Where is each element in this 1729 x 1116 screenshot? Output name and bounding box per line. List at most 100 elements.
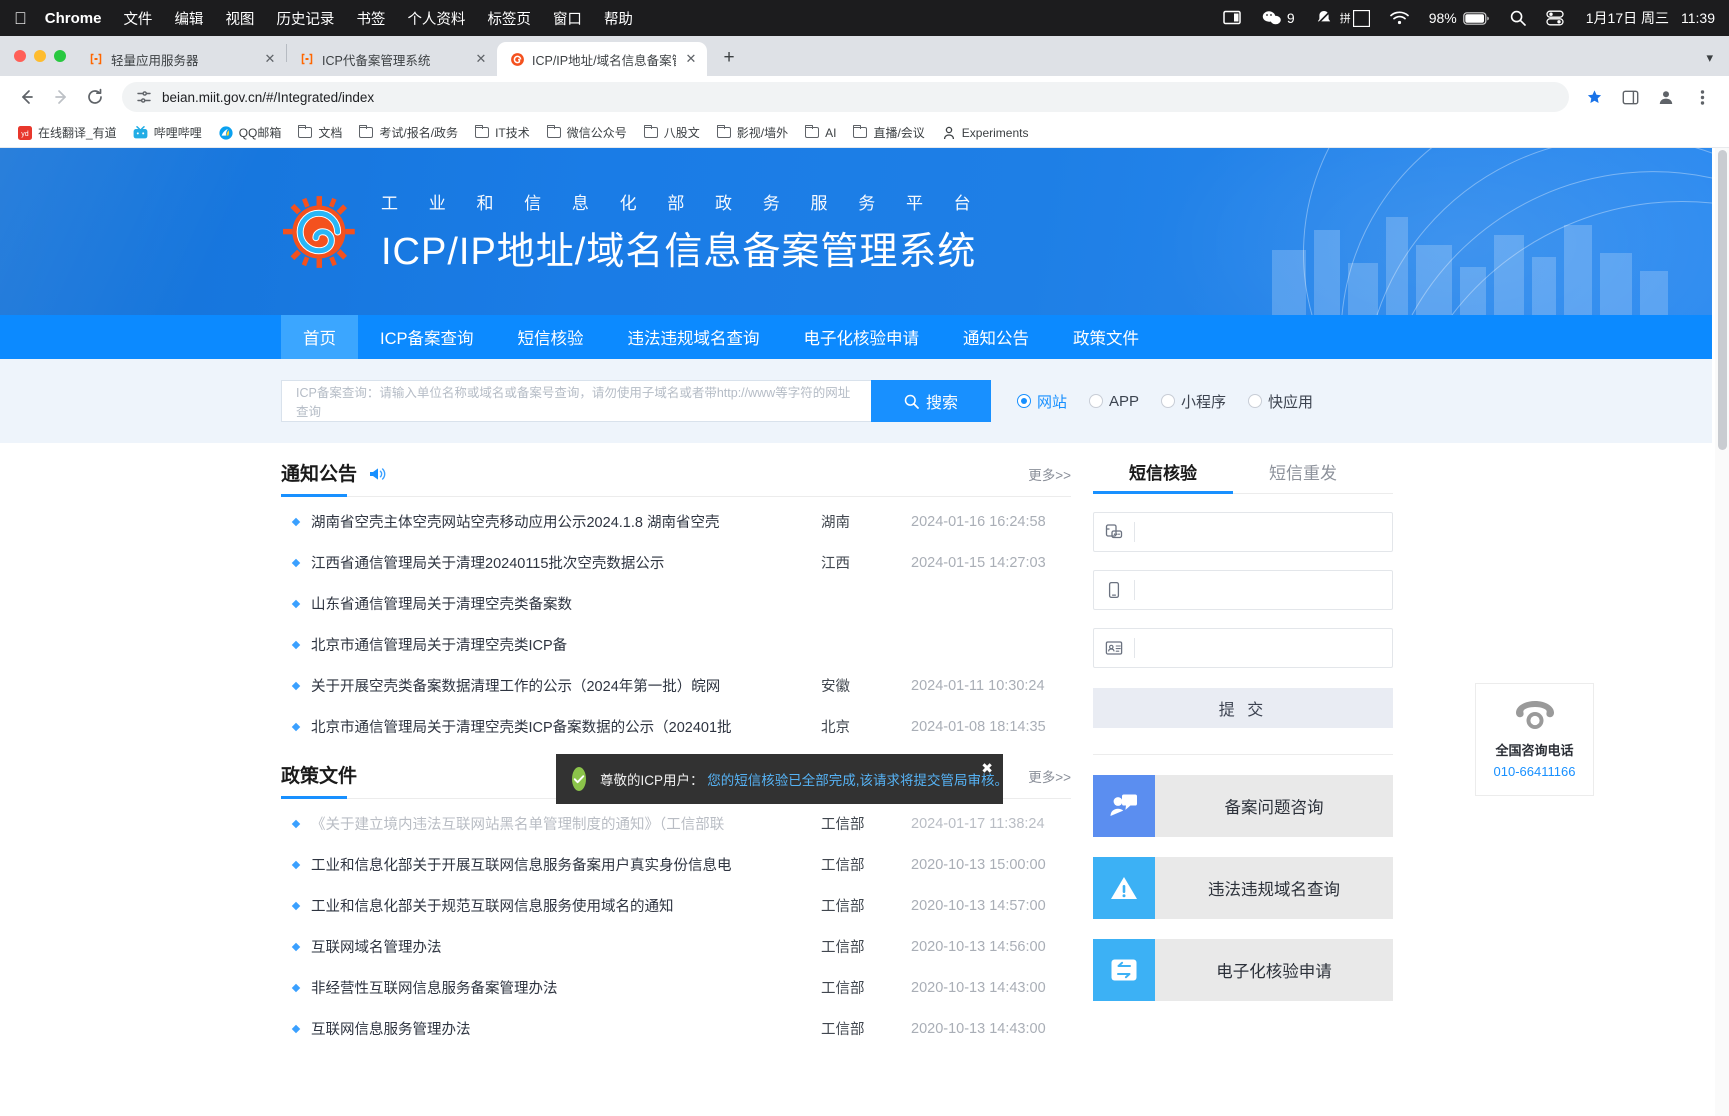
policy-row[interactable]: 互联网信息服务管理办法 工信部 2020-10-13 14:43:00 [281,1008,1071,1049]
profile-avatar-icon[interactable] [1653,84,1679,110]
policy-more-link[interactable]: 更多>> [1028,766,1071,786]
search-input[interactable]: ICP备案查询：请输入单位名称或域名或备案号查询，请勿使用子域名或者带http:… [281,380,871,422]
policy-row[interactable]: 工业和信息化部关于开展互联网信息服务备案用户真实身份信息电 工信部 2020-1… [281,844,1071,885]
minimize-window-button[interactable] [34,50,46,62]
star-icon[interactable] [1581,84,1607,110]
mobile-phone-field[interactable] [1093,570,1393,610]
spotlight-search-icon[interactable] [1510,10,1526,26]
menu-item-help[interactable]: 帮助 [604,8,633,29]
bookmark-folder-docs[interactable]: 文档 [290,121,349,144]
bookmark-bilibili[interactable]: 哔哩哔哩 [126,121,209,144]
search-band-inner: ICP备案查询：请输入单位名称或域名或备案号查询，请勿使用子域名或者带http:… [281,380,1431,422]
bookmark-qqmail[interactable]: QQ邮箱 [211,121,289,144]
policy-row[interactable]: 互联网域名管理办法 工信部 2020-10-13 14:56:00 [281,926,1071,967]
nav-item-announcements[interactable]: 通知公告 [941,315,1051,359]
search-button[interactable]: 搜索 [871,380,991,422]
notice-more-link[interactable]: 更多>> [1028,464,1071,484]
check-circle-icon [572,767,586,791]
address-bar[interactable]: beian.miit.gov.cn/#/Integrated/index [122,82,1569,112]
back-arrow-icon[interactable] [12,82,42,112]
nav-item-sms-verify[interactable]: 短信核验 [496,315,606,359]
menu-item-bookmarks[interactable]: 书签 [356,8,385,29]
close-tab-3-button[interactable]: ✕ [683,51,699,67]
policy-row[interactable]: 非经营性互联网信息服务备案管理办法 工信部 2020-10-13 14:43:0… [281,967,1071,1008]
menu-item-profiles[interactable]: 个人资料 [407,8,465,29]
nav-item-home[interactable]: 首页 [281,315,358,359]
policy-row[interactable]: 工业和信息化部关于规范互联网信息服务使用域名的通知 工信部 2020-10-13… [281,885,1071,926]
radio-website[interactable]: 网站 [1017,391,1067,412]
menu-item-history[interactable]: 历史记录 [276,8,334,29]
side-panel-icon[interactable] [1617,84,1643,110]
menu-time[interactable]: 11:39 [1681,10,1715,26]
radio-quick-app[interactable]: 快应用 [1248,391,1313,412]
policy-row[interactable]: 《关于建立境内违法互联网站黑名单管理制度的通知》（工信部联 工信部 2024-0… [281,803,1071,844]
maximize-window-button[interactable] [54,50,66,62]
menu-date[interactable]: 1月17日 周三 [1586,8,1669,28]
tab-sms-resend[interactable]: 短信重发 [1233,459,1373,493]
notice-row[interactable]: 北京市通信管理局关于清理空壳类ICP备 [281,624,1071,665]
toast-close-button[interactable]: ✖ [981,760,993,777]
quick-button-electronic-verification[interactable]: 电子化核验申请 [1093,939,1393,1001]
id-card-field[interactable] [1093,628,1393,668]
browser-tab-2[interactable]: ICP代备案管理系统 ✕ [287,42,497,76]
folder-icon [643,125,659,141]
menu-app-name[interactable]: Chrome [45,10,102,27]
nav-item-policy-docs[interactable]: 政策文件 [1051,315,1161,359]
notice-row[interactable]: 山东省通信管理局关于清理空壳类备案数 [281,583,1071,624]
quick-button-illegal-domain[interactable]: 违法违规域名查询 [1093,857,1393,919]
sms-code-field[interactable] [1093,512,1393,552]
site-settings-icon[interactable] [136,89,152,105]
battery-percent-label: 98% [1429,10,1457,26]
wechat-icon[interactable]: 9 [1262,10,1295,26]
nav-item-electronic-verification[interactable]: 电子化核验申请 [782,315,942,359]
three-dot-menu-icon[interactable] [1689,84,1715,110]
nav-item-icp-query[interactable]: ICP备案查询 [358,315,496,359]
wifi-icon[interactable] [1390,11,1409,25]
tab-sms-verify[interactable]: 短信核验 [1093,459,1233,493]
bookmark-folder-it[interactable]: IT技术 [467,121,537,144]
radio-app[interactable]: APP [1089,393,1139,410]
notice-row[interactable]: 关于开展空壳类备案数据清理工作的公示（2024年第一批）皖网 安徽 2024-0… [281,665,1071,706]
apple-icon[interactable]:  [14,10,27,27]
sms-submit-button[interactable]: 提 交 [1093,688,1393,728]
page-scrollbar[interactable] [1715,148,1729,1116]
diamond-bullet-icon [281,903,311,909]
bell-icon[interactable] [1315,10,1333,26]
bookmark-folder-media[interactable]: 影视/墙外 [709,121,795,144]
quick-button-consultation[interactable]: 备案问题咨询 [1093,775,1393,837]
bookmark-experiments[interactable]: Experiments [934,122,1036,144]
search-form: ICP备案查询：请输入单位名称或域名或备案号查询，请勿使用子域名或者带http:… [281,380,991,422]
bookmark-youdao[interactable]: yd 在线翻译_有道 [10,121,124,144]
bookmark-folder-exams[interactable]: 考试/报名/政务 [351,121,465,144]
menu-item-file[interactable]: 文件 [123,8,152,29]
menu-item-view[interactable]: 视图 [225,8,254,29]
bookmark-folder-wechat[interactable]: 微信公众号 [539,121,634,144]
close-tab-1-button[interactable]: ✕ [262,51,278,67]
screen-mirroring-icon[interactable] [1223,10,1242,26]
phone-box-number[interactable]: 010-66411166 [1476,764,1593,779]
new-tab-button[interactable]: + [715,45,743,73]
bookmark-folder-ai[interactable]: AI [797,122,843,144]
control-center-icon[interactable] [1546,10,1564,26]
browser-tab-1[interactable]: 轻量应用服务器 ✕ [76,42,286,76]
input-method-icon[interactable]: 拼 [1353,10,1370,27]
browser-tab-1-title: 轻量应用服务器 [111,50,255,69]
chevron-down-icon[interactable]: ▾ [1706,50,1713,66]
notice-row[interactable]: 北京市通信管理局关于清理空壳类ICP备案数据的公示（202401批 北京 202… [281,706,1071,747]
notice-row[interactable]: 江西省通信管理局关于清理20240115批次空壳数据公示 江西 2024-01-… [281,542,1071,583]
close-tab-2-button[interactable]: ✕ [473,51,489,67]
browser-tab-3[interactable]: ICP/IP地址/域名信息备案管理系 ✕ [497,42,707,76]
reload-icon[interactable] [80,82,110,112]
radio-mini-program[interactable]: 小程序 [1161,391,1226,412]
menu-item-tabs[interactable]: 标签页 [487,8,531,29]
forward-arrow-icon[interactable] [46,82,76,112]
orange-bracket-icon [299,51,315,67]
bookmark-folder-live[interactable]: 直播/会议 [845,121,931,144]
menu-item-window[interactable]: 窗口 [553,8,582,29]
nav-item-illegal-domain-query[interactable]: 违法违规域名查询 [606,315,782,359]
notice-row[interactable]: 湖南省空壳主体空壳网站空壳移动应用公示2024.1.8 湖南省空壳 湖南 202… [281,501,1071,542]
close-window-button[interactable] [14,50,26,62]
bookmark-folder-bagu[interactable]: 八股文 [636,121,707,144]
menu-item-edit[interactable]: 编辑 [174,8,203,29]
scrollbar-thumb[interactable] [1718,150,1727,450]
